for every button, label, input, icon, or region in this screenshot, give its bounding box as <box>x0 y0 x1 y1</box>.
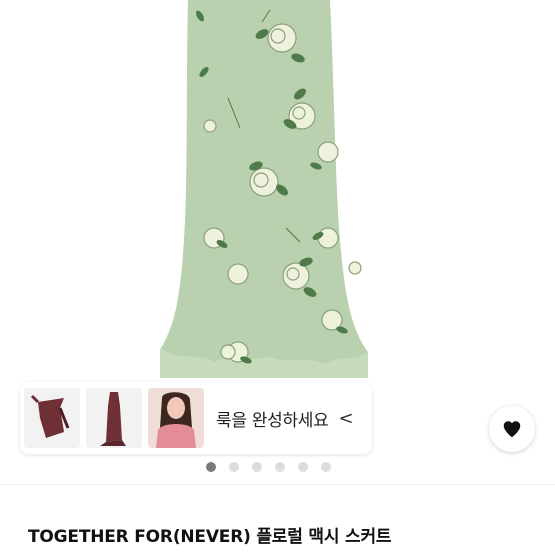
pagination-dot-5[interactable] <box>298 462 308 472</box>
pagination-dot-2[interactable] <box>229 462 239 472</box>
pagination-dot-1[interactable] <box>206 462 216 472</box>
pagination-dot-4[interactable] <box>275 462 285 472</box>
halter-top-image <box>24 388 80 448</box>
halter-dress-thumbnail[interactable] <box>86 388 142 448</box>
halter-dress-image <box>86 388 142 448</box>
complete-the-look-label: 룩을 완성하세요 <box>216 410 329 431</box>
favorite-button[interactable] <box>489 406 535 452</box>
model-thumbnail[interactable] <box>148 388 204 448</box>
divider <box>0 484 555 485</box>
chevron-left-icon[interactable]: < <box>338 408 353 429</box>
pagination-dot-6[interactable] <box>321 462 331 472</box>
complete-the-look-panel[interactable]: 룩을 완성하세요 < <box>20 382 372 454</box>
image-pagination <box>206 462 331 472</box>
pagination-dot-3[interactable] <box>252 462 262 472</box>
heart-icon <box>503 421 521 438</box>
model-image <box>148 388 204 448</box>
product-title: TOGETHER FOR(NEVER) 플로럴 맥시 스커트 <box>28 527 392 547</box>
halter-top-thumbnail[interactable] <box>24 388 80 448</box>
